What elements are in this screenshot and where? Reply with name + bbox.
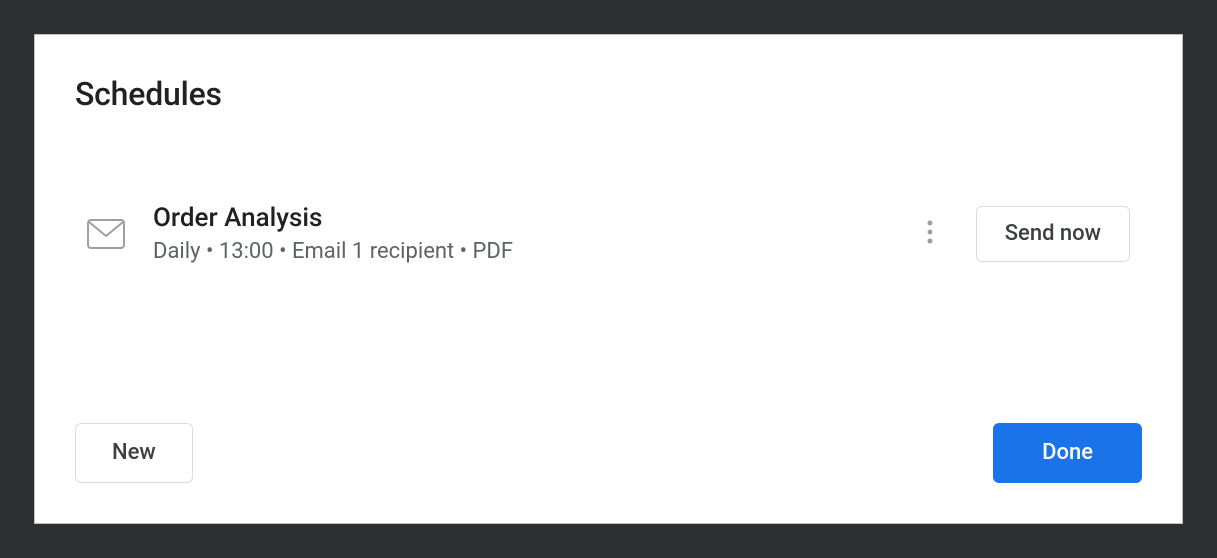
done-button[interactable]: Done [993, 423, 1142, 483]
schedule-name: Order Analysis [153, 203, 912, 233]
dialog-title: Schedules [75, 75, 1142, 113]
schedule-menu-button[interactable] [912, 216, 948, 252]
schedule-details: Daily • 13:00 • Email 1 recipient • PDF [153, 239, 912, 264]
kebab-icon [927, 220, 933, 247]
schedule-actions: Send now [912, 206, 1130, 262]
schedule-info: Order Analysis Daily • 13:00 • Email 1 r… [153, 203, 912, 264]
dialog-footer: New Done [75, 423, 1142, 483]
send-now-button[interactable]: Send now [976, 206, 1130, 262]
schedule-row: Order Analysis Daily • 13:00 • Email 1 r… [75, 203, 1142, 264]
new-button[interactable]: New [75, 423, 193, 483]
schedules-dialog: Schedules Order Analysis Daily • 13:00 •… [34, 34, 1183, 524]
mail-icon [87, 219, 125, 249]
